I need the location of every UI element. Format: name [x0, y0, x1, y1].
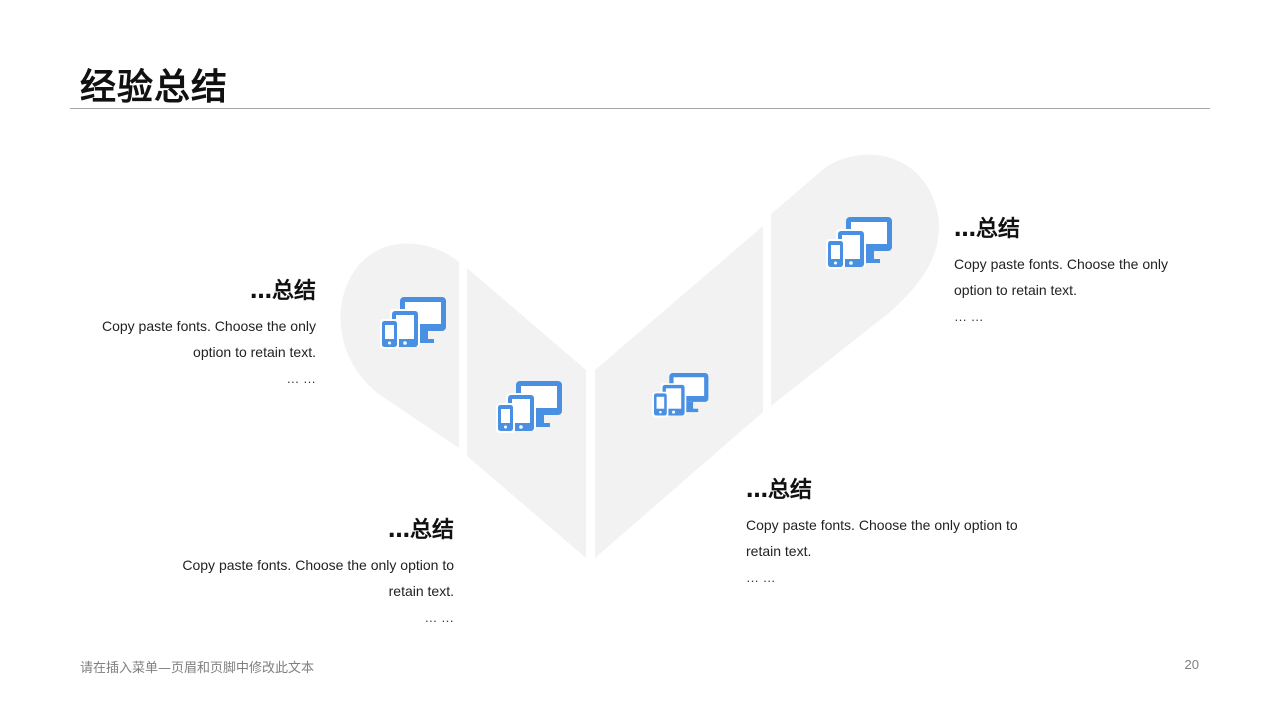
summary-block-1: …总结 Copy paste fonts. Choose the only op… — [60, 277, 316, 393]
summary-ellipsis: … … — [954, 309, 984, 324]
summary-heading: …总结 — [249, 279, 316, 304]
summary-body-line: Copy paste fonts. Choose the only option… — [746, 517, 1018, 533]
summary-body-line: Copy paste fonts. Choose the only option… — [182, 557, 454, 573]
summary-body-line: Copy paste fonts. Choose the only — [954, 256, 1169, 272]
summary-block-2: …总结 Copy paste fonts. Choose the only op… — [140, 516, 454, 632]
summary-body-line: option to retain text. — [193, 344, 316, 360]
summary-ellipsis: … … — [424, 610, 454, 625]
summary-body-line: retain text. — [746, 543, 812, 559]
summary-heading: …总结 — [387, 518, 454, 543]
summary-body-line: Copy paste fonts. Choose the only — [101, 318, 316, 334]
summary-heading: …总结 — [746, 478, 813, 503]
footer-text: 请在插入菜单—页眉和页脚中修改此文本 — [80, 661, 315, 676]
summary-ellipsis: … … — [746, 570, 776, 585]
segment-4 — [771, 154, 939, 406]
summary-block-4: …总结 Copy paste fonts. Choose the only op… — [954, 215, 1194, 331]
summary-ellipsis: … … — [286, 371, 316, 386]
summary-heading: …总结 — [954, 217, 1021, 242]
summary-body-line: retain text. — [388, 583, 454, 599]
page-number: 20 — [1184, 657, 1199, 672]
summary-body-line: option to retain text. — [954, 282, 1077, 298]
summary-block-3: …总结 Copy paste fonts. Choose the only op… — [746, 476, 1046, 592]
